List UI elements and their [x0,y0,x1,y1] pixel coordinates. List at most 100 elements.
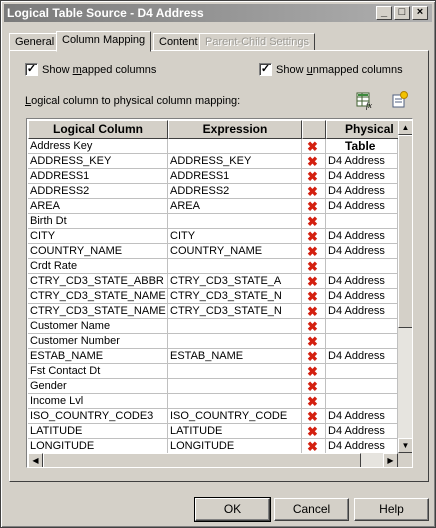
delete-mapping-icon[interactable]: ✖ [302,349,326,364]
header-logical-column[interactable]: Logical Column [28,120,168,139]
physical-table-cell[interactable] [326,319,398,334]
header-delete[interactable] [302,120,326,139]
logical-column-cell[interactable]: Gender [28,379,168,394]
logical-column-cell[interactable]: ADDRESS_KEY [28,154,168,169]
table-row[interactable]: LATITUDE LATITUDE ✖ D4 Address [28,424,398,439]
physical-table-cell[interactable] [326,139,398,154]
checkbox-unmapped[interactable]: ✓ [259,63,272,76]
delete-mapping-icon[interactable]: ✖ [302,274,326,289]
logical-column-cell[interactable]: Customer Name [28,319,168,334]
table-row[interactable]: COUNTRY_NAME COUNTRY_NAME ✖ D4 Address [28,244,398,259]
scroll-down-button[interactable]: ▼ [398,438,412,453]
help-button[interactable]: Help [354,498,429,521]
delete-mapping-icon[interactable]: ✖ [302,139,326,154]
delete-mapping-icon[interactable]: ✖ [302,394,326,409]
delete-mapping-icon[interactable]: ✖ [302,154,326,169]
physical-table-cell[interactable]: D4 Address [326,154,398,169]
expression-cell[interactable]: AREA [168,199,302,214]
expression-cell[interactable] [168,379,302,394]
table-row[interactable]: ISO_COUNTRY_CODE3 ISO_COUNTRY_CODE ✖ D4 Add… [28,409,398,424]
table-row[interactable]: CTRY_CD3_STATE_NAME CTRY_CD3_STATE_N ✖ D4 A… [28,304,398,319]
logical-column-cell[interactable]: CTRY_CD3_STATE_NAME [28,304,168,319]
delete-mapping-icon[interactable]: ✖ [302,184,326,199]
table-row[interactable]: CITY CITY ✖ D4 Address [28,229,398,244]
delete-mapping-icon[interactable]: ✖ [302,214,326,229]
physical-table-cell[interactable] [326,259,398,274]
vertical-scroll-thumb[interactable] [398,135,412,328]
cancel-button[interactable]: Cancel [274,498,349,521]
table-row[interactable]: ADDRESS1 ADDRESS1 ✖ D4 Address [28,169,398,184]
expression-cell[interactable]: COUNTRY_NAME [168,244,302,259]
table-row[interactable]: AREA AREA ✖ D4 Address [28,199,398,214]
table-row[interactable]: CTRY_CD3_STATE_ABBR CTRY_CD3_STATE_A ✖ D4 A… [28,274,398,289]
physical-table-cell[interactable]: D4 Address [326,229,398,244]
logical-column-cell[interactable]: Birth Dt [28,214,168,229]
delete-mapping-icon[interactable]: ✖ [302,409,326,424]
expression-cell[interactable] [168,394,302,409]
logical-column-cell[interactable]: Address Key [28,139,168,154]
physical-table-cell[interactable]: D4 Address [326,169,398,184]
show-unmapped-checkbox[interactable]: ✓ Show unmapped columns [259,63,403,76]
physical-table-cell[interactable]: D4 Address [326,304,398,319]
delete-mapping-icon[interactable]: ✖ [302,259,326,274]
tab-column-mapping[interactable]: Column Mapping [56,31,152,52]
vertical-scrollbar[interactable]: ▲ ▼ [398,120,412,453]
logical-column-cell[interactable]: CTRY_CD3_STATE_ABBR [28,274,168,289]
table-row[interactable]: ESTAB_NAME ESTAB_NAME ✖ D4 Address [28,349,398,364]
physical-table-cell[interactable] [326,214,398,229]
delete-mapping-icon[interactable]: ✖ [302,244,326,259]
checkbox-mapped[interactable]: ✓ [25,63,38,76]
delete-mapping-icon[interactable]: ✖ [302,289,326,304]
expression-cell[interactable] [168,259,302,274]
logical-column-cell[interactable]: LONGITUDE [28,439,168,453]
table-row[interactable]: Address Key ✖ [28,139,398,154]
logical-column-cell[interactable]: ISO_COUNTRY_CODE3 [28,409,168,424]
delete-mapping-icon[interactable]: ✖ [302,364,326,379]
expression-cell[interactable]: CTRY_CD3_STATE_A [168,274,302,289]
expression-cell[interactable]: CITY [168,229,302,244]
scroll-left-button[interactable]: ◀ [28,453,43,467]
physical-table-cell[interactable]: D4 Address [326,244,398,259]
close-button[interactable]: × [412,6,428,20]
minimize-button[interactable]: _ [376,6,392,20]
expression-cell[interactable] [168,334,302,349]
table-row[interactable]: CTRY_CD3_STATE_NAME CTRY_CD3_STATE_N ✖ D4 A… [28,289,398,304]
physical-table-cell[interactable]: D4 Address [326,424,398,439]
delete-mapping-icon[interactable]: ✖ [302,199,326,214]
table-row[interactable]: Crdt Rate ✖ [28,259,398,274]
physical-table-cell[interactable]: D4 Address [326,274,398,289]
delete-mapping-icon[interactable]: ✖ [302,439,326,453]
logical-column-cell[interactable]: CTRY_CD3_STATE_NAME [28,289,168,304]
delete-mapping-icon[interactable]: ✖ [302,319,326,334]
table-expression-icon[interactable]: fx [355,90,375,110]
physical-table-cell[interactable]: D4 Address [326,349,398,364]
horizontal-scrollbar[interactable]: ◀ ▶ [28,453,398,467]
physical-table-cell[interactable] [326,379,398,394]
table-row[interactable]: Fst Contact Dt ✖ [28,364,398,379]
physical-table-cell[interactable]: D4 Address [326,289,398,304]
header-physical-table[interactable]: Physical Table [326,120,398,153]
table-row[interactable]: Birth Dt ✖ [28,214,398,229]
expression-cell[interactable]: ADDRESS_KEY [168,154,302,169]
logical-column-cell[interactable]: ESTAB_NAME [28,349,168,364]
logical-column-cell[interactable]: Fst Contact Dt [28,364,168,379]
new-item-icon[interactable] [390,90,410,110]
physical-table-cell[interactable]: D4 Address [326,199,398,214]
expression-cell[interactable] [168,364,302,379]
tab-content[interactable]: Content [153,33,204,51]
logical-column-cell[interactable]: ADDRESS1 [28,169,168,184]
physical-table-cell[interactable]: D4 Address [326,439,398,453]
physical-table-cell[interactable] [326,364,398,379]
logical-column-cell[interactable]: Crdt Rate [28,259,168,274]
horizontal-scroll-thumb[interactable] [43,453,361,467]
physical-table-cell[interactable] [326,334,398,349]
physical-table-cell[interactable] [326,394,398,409]
logical-column-cell[interactable]: LATITUDE [28,424,168,439]
ok-button[interactable]: OK [194,497,271,522]
scroll-right-button[interactable]: ▶ [383,453,398,467]
expression-cell[interactable]: ADDRESS1 [168,169,302,184]
table-row[interactable]: Gender ✖ [28,379,398,394]
scroll-up-button[interactable]: ▲ [398,120,412,135]
expression-cell[interactable]: ESTAB_NAME [168,349,302,364]
expression-cell[interactable] [168,214,302,229]
